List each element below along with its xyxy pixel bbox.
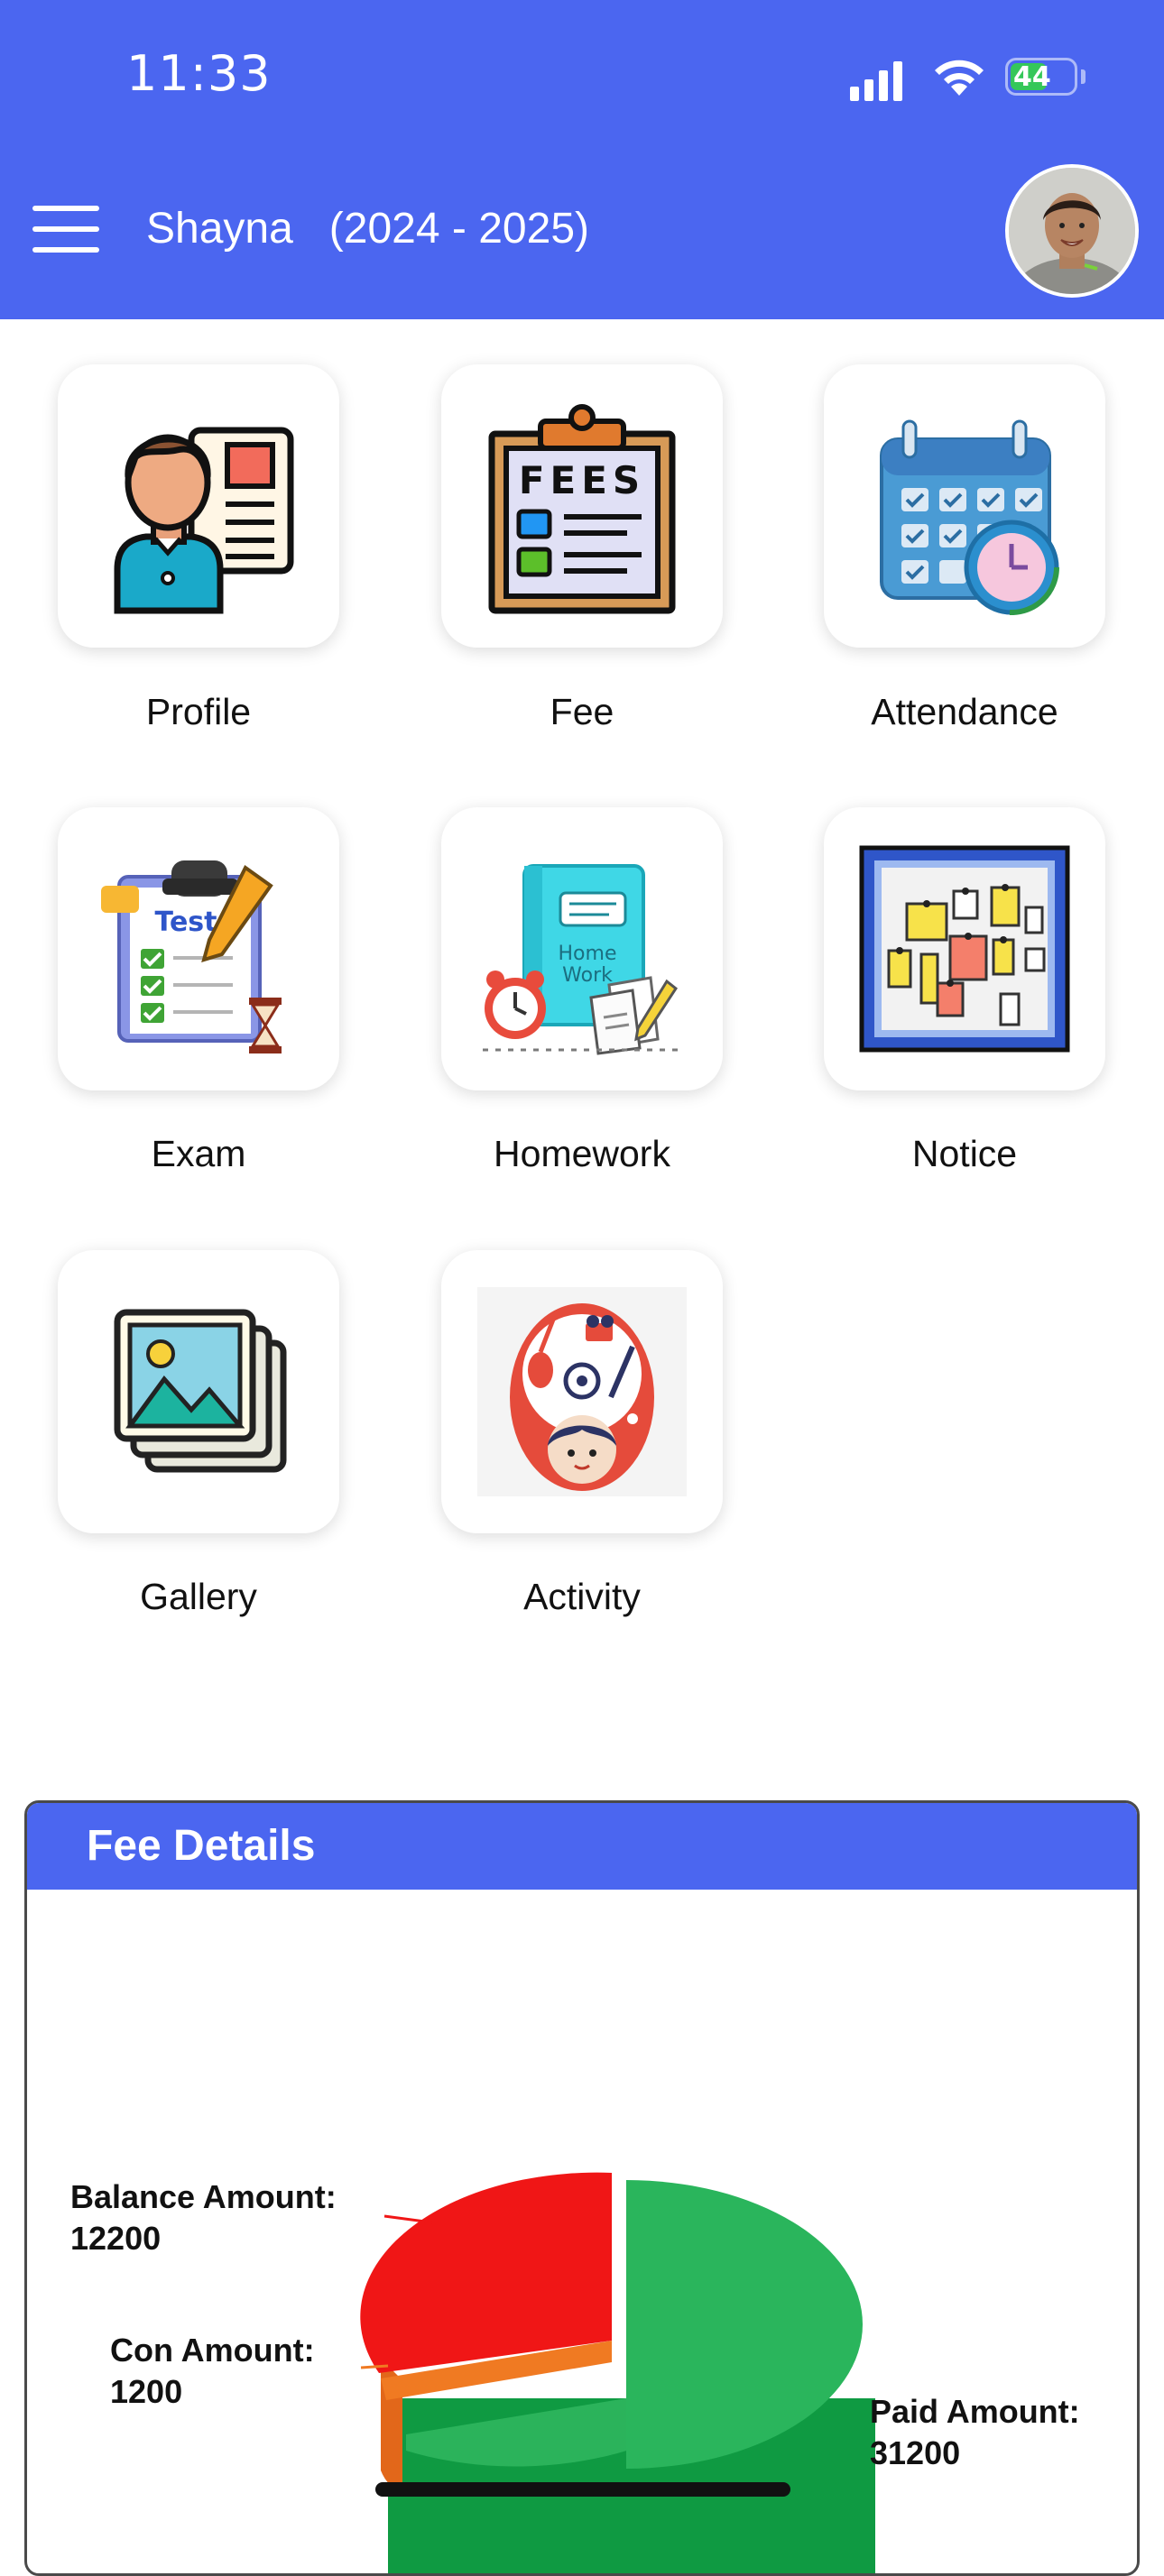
home-indicator[interactable] [375,2482,790,2497]
gallery-photos-icon [114,1309,287,1473]
tile-profile[interactable] [58,364,339,648]
test-clipboard-icon: Test [94,844,303,1053]
pie-slice-balance [360,2172,612,2373]
pie-label-balance: Balance Amount: 12200 [70,2178,337,2257]
calendar-clock-icon [880,419,1059,615]
leader-line-con [360,2364,389,2369]
tile-exam[interactable]: Test [58,807,339,1090]
svg-text:Test: Test [154,906,217,938]
battery-icon: 44 [1005,58,1077,96]
hamburger-menu-button[interactable] [32,206,99,253]
tile-gallery[interactable] [58,1250,339,1533]
tile-activity[interactable] [441,1250,723,1533]
svg-text:Work: Work [562,964,613,987]
page-title: Shayna (2024 - 2025) [146,205,589,253]
homework-book-icon: Home Work [477,844,687,1055]
top-app-bar: 11:33 44 Shayna (2024 - 2025) [0,0,1164,319]
pie-label-paid: Paid Amount: 31200 [870,2393,1080,2471]
tile-notice-label: Notice [911,1133,1018,1174]
status-time: 11:33 [126,45,272,102]
avatar[interactable] [1005,164,1139,298]
status-icons: 44 [846,54,1085,101]
tile-exam-label: Exam [151,1133,246,1174]
profile-icon [114,427,294,614]
tile-homework[interactable]: Home Work [441,807,723,1090]
tile-attendance[interactable] [824,364,1105,648]
tile-fee[interactable]: FEES [441,364,723,648]
tile-profile-label: Profile [145,691,252,732]
notice-board-icon [859,845,1070,1053]
svg-text:Home: Home [559,943,617,965]
tile-activity-label: Activity [523,1576,641,1617]
tile-attendance-label: Attendance [871,691,1058,732]
tile-homework-label: Homework [494,1133,670,1174]
fees-clipboard-icon: FEES [488,404,676,614]
pie-label-con: Con Amount: 1200 [110,2332,315,2410]
wifi-icon [935,60,984,96]
tile-notice[interactable] [824,807,1105,1090]
activity-icon [477,1287,687,1496]
tile-fee-label: Fee [550,691,614,732]
svg-text:FEES: FEES [519,458,645,502]
fee-details-card: Fee Details Balance Amount: 12200 Con Am… [24,1800,1140,2576]
tile-gallery-label: Gallery [140,1576,257,1617]
